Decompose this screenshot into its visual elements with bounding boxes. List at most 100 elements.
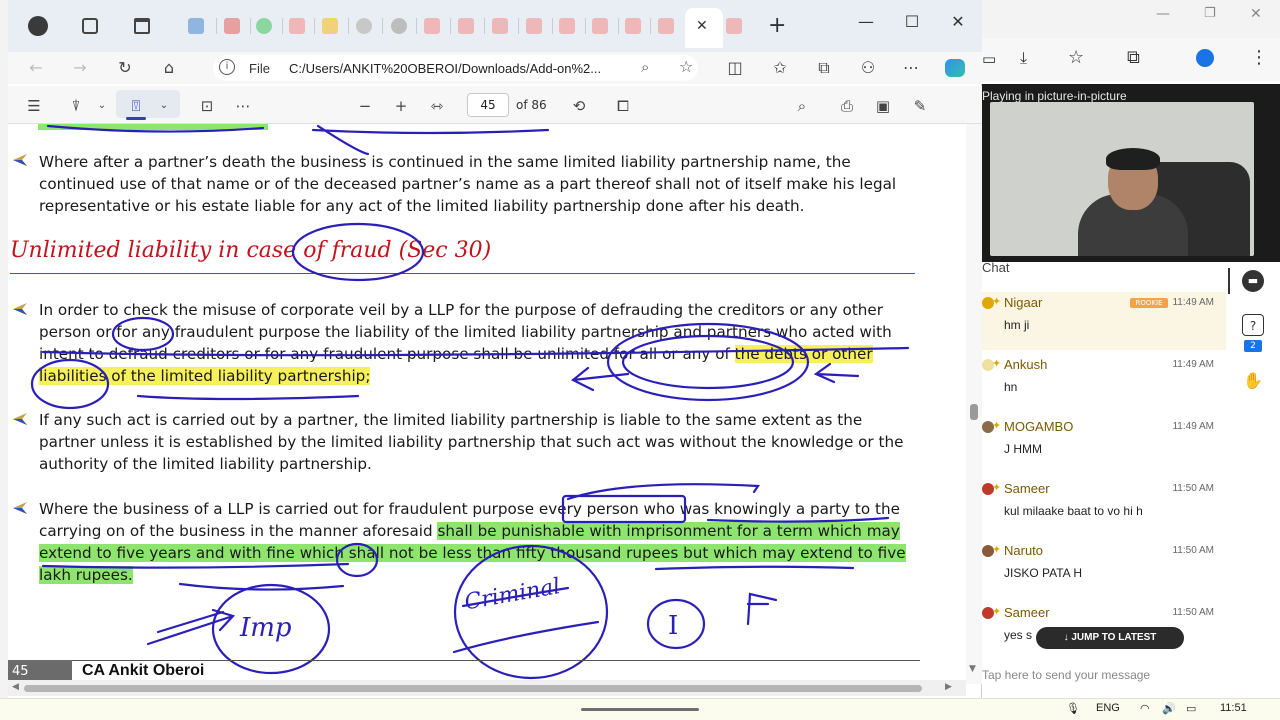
tab-favicon-7[interactable] <box>391 18 407 34</box>
account-icon[interactable] <box>1196 49 1214 67</box>
collections-icon[interactable]: ⧉ <box>814 58 834 78</box>
pdf-tab-icon[interactable] <box>289 18 305 34</box>
kebab-menu-icon[interactable]: ⋮ <box>1250 47 1268 68</box>
maximize-button[interactable]: ☐ <box>900 12 924 32</box>
rotate-icon[interactable]: ⟲ <box>569 96 589 116</box>
timestamp: 11:49 AM <box>1172 297 1214 308</box>
tab-favicon-6[interactable] <box>356 18 372 34</box>
timestamp: 11:50 AM <box>1172 483 1214 494</box>
horizontal-scrollbar[interactable]: ◀ ▶ <box>8 680 966 696</box>
active-tab[interactable]: ✕ <box>685 8 723 48</box>
scroll-left-icon[interactable]: ◀ <box>12 682 19 692</box>
text-box-icon[interactable]: ⊡ <box>197 96 217 116</box>
tab-separator <box>382 18 383 34</box>
search-icon[interactable]: ⌕ <box>792 96 812 116</box>
forward-icon[interactable]: → <box>70 58 90 78</box>
zoom-out-icon[interactable]: − <box>355 96 375 116</box>
chevron-down-icon[interactable]: ⌄ <box>92 96 112 116</box>
tab-separator <box>216 18 217 34</box>
pdf-tab-icon[interactable] <box>592 18 608 34</box>
bookmark-star-icon[interactable]: ☆ <box>1068 47 1084 68</box>
star-icon: ✦ <box>992 543 1002 556</box>
url-text[interactable]: C:/Users/ANKIT%20OBEROI/Downloads/Add-on… <box>289 61 601 76</box>
zoom-in-icon[interactable]: + <box>391 96 411 116</box>
tab-actions-icon[interactable] <box>134 18 150 34</box>
split-screen-icon[interactable]: ◫ <box>725 58 745 78</box>
install-app-icon[interactable]: ⤓ <box>1020 48 1027 68</box>
save-as-icon[interactable]: ✎ <box>910 96 930 116</box>
draw-icon[interactable]: ⍔ <box>126 96 146 116</box>
favorite-star-icon[interactable]: ☆ <box>679 57 693 76</box>
chat-icon[interactable]: ▬ <box>1242 270 1264 292</box>
save-icon[interactable]: ▣ <box>873 96 893 116</box>
minimize-button[interactable]: — <box>1156 6 1170 22</box>
vertical-scroll-thumb[interactable] <box>970 404 978 420</box>
clock[interactable]: 11:51 <box>1220 702 1247 714</box>
back-icon[interactable]: ← <box>26 58 46 78</box>
zoom-icon[interactable]: ⌕ <box>641 58 649 76</box>
chevron-down-icon[interactable]: ⌄ <box>154 96 174 116</box>
workspaces-icon[interactable] <box>82 18 98 34</box>
page-view-icon[interactable]: ⧠ <box>613 96 633 116</box>
page-total: of 86 <box>516 98 547 112</box>
message-text: J HMM <box>1004 442 1042 456</box>
profile-avatar[interactable] <box>28 16 48 36</box>
window-icon[interactable]: ▭ <box>982 50 996 68</box>
pdf-tab-icon[interactable] <box>492 18 508 34</box>
pdf-tab-icon[interactable] <box>726 18 742 34</box>
question-icon[interactable]: ? <box>1242 314 1264 336</box>
chat-message-input[interactable]: Tap here to send your message <box>982 668 1242 688</box>
vertical-scrollbar[interactable]: ▼ <box>966 124 982 684</box>
extensions-icon[interactable]: ⚇ <box>858 58 878 78</box>
scroll-down-icon[interactable]: ▼ <box>969 664 976 674</box>
jump-to-latest-button[interactable]: ↓ JUMP TO LATEST <box>1036 627 1184 649</box>
chat-side-icons: ▬ ? 2 ✋ <box>1228 262 1280 662</box>
close-tab-icon[interactable]: ✕ <box>696 18 708 34</box>
annotation-imp: Imp <box>239 613 292 643</box>
tab-favicon-3[interactable] <box>256 18 272 34</box>
url-field[interactable]: i File C:/Users/ANKIT%20OBEROI/Downloads… <box>213 55 698 81</box>
refresh-icon[interactable]: ↻ <box>115 58 135 78</box>
chat-label: Chat <box>982 260 1010 275</box>
pdf-tab-icon[interactable] <box>458 18 474 34</box>
pdf-tab-icon[interactable] <box>526 18 542 34</box>
close-window-button[interactable]: ✕ <box>946 12 970 32</box>
restore-button[interactable]: ❐ <box>1204 6 1216 21</box>
wifi-icon[interactable]: ◠ <box>1140 702 1150 715</box>
minimize-button[interactable]: — <box>854 12 878 32</box>
new-tab-button[interactable]: + <box>768 13 786 38</box>
extensions-puzzle-icon[interactable]: ⧉ <box>1127 47 1140 68</box>
tab-favicon-1[interactable] <box>188 18 204 34</box>
scroll-right-icon[interactable]: ▶ <box>945 682 952 692</box>
chat-message: ✦ Nigaar ROOKIE 11:49 AM hm ji <box>982 292 1226 350</box>
highlight-icon[interactable]: ⍒ <box>66 96 86 116</box>
pdf-tab-icon[interactable] <box>658 18 674 34</box>
print-icon[interactable]: ⎙ <box>837 96 857 116</box>
fit-width-icon[interactable]: ⇿ <box>427 96 447 116</box>
favorites-icon[interactable]: ✩ <box>770 58 790 78</box>
hand-raise-icon[interactable]: ✋ <box>1242 370 1264 392</box>
tab-separator <box>618 18 619 34</box>
pdf-tab-icon[interactable] <box>625 18 641 34</box>
horizontal-scroll-thumb[interactable] <box>24 685 922 692</box>
close-window-button[interactable]: ✕ <box>1250 6 1262 22</box>
instructor-video[interactable] <box>990 102 1254 256</box>
pdf-tab-icon[interactable] <box>424 18 440 34</box>
copilot-icon[interactable] <box>945 59 965 77</box>
home-icon[interactable]: ⌂ <box>159 58 179 78</box>
more-menu-icon[interactable]: ⋯ <box>901 58 921 78</box>
contents-icon[interactable]: ☰ <box>24 96 44 116</box>
language-indicator[interactable]: ENG <box>1096 702 1120 714</box>
page-number-input[interactable]: 45 <box>467 93 509 117</box>
right-panel: — ❐ ✕ ▭ ⤓ ☆ ⧉ ⋮ Playing in picture-in-pi… <box>982 0 1280 698</box>
battery-icon[interactable]: ▭ <box>1186 702 1196 715</box>
info-icon[interactable]: i <box>219 59 235 75</box>
more-tools-icon[interactable]: ⋯ <box>233 96 253 116</box>
volume-icon[interactable]: 🔊 <box>1162 702 1176 715</box>
address-bar: ← → ↻ ⌂ i File C:/Users/ANKIT%20OBEROI/D… <box>8 52 982 84</box>
pdf-tab-icon[interactable] <box>559 18 575 34</box>
tab-favicon-5[interactable] <box>322 18 338 34</box>
star-icon: ✦ <box>992 605 1002 618</box>
microphone-icon[interactable]: 🎙 <box>1066 702 1080 715</box>
tab-favicon-2[interactable] <box>224 18 240 34</box>
